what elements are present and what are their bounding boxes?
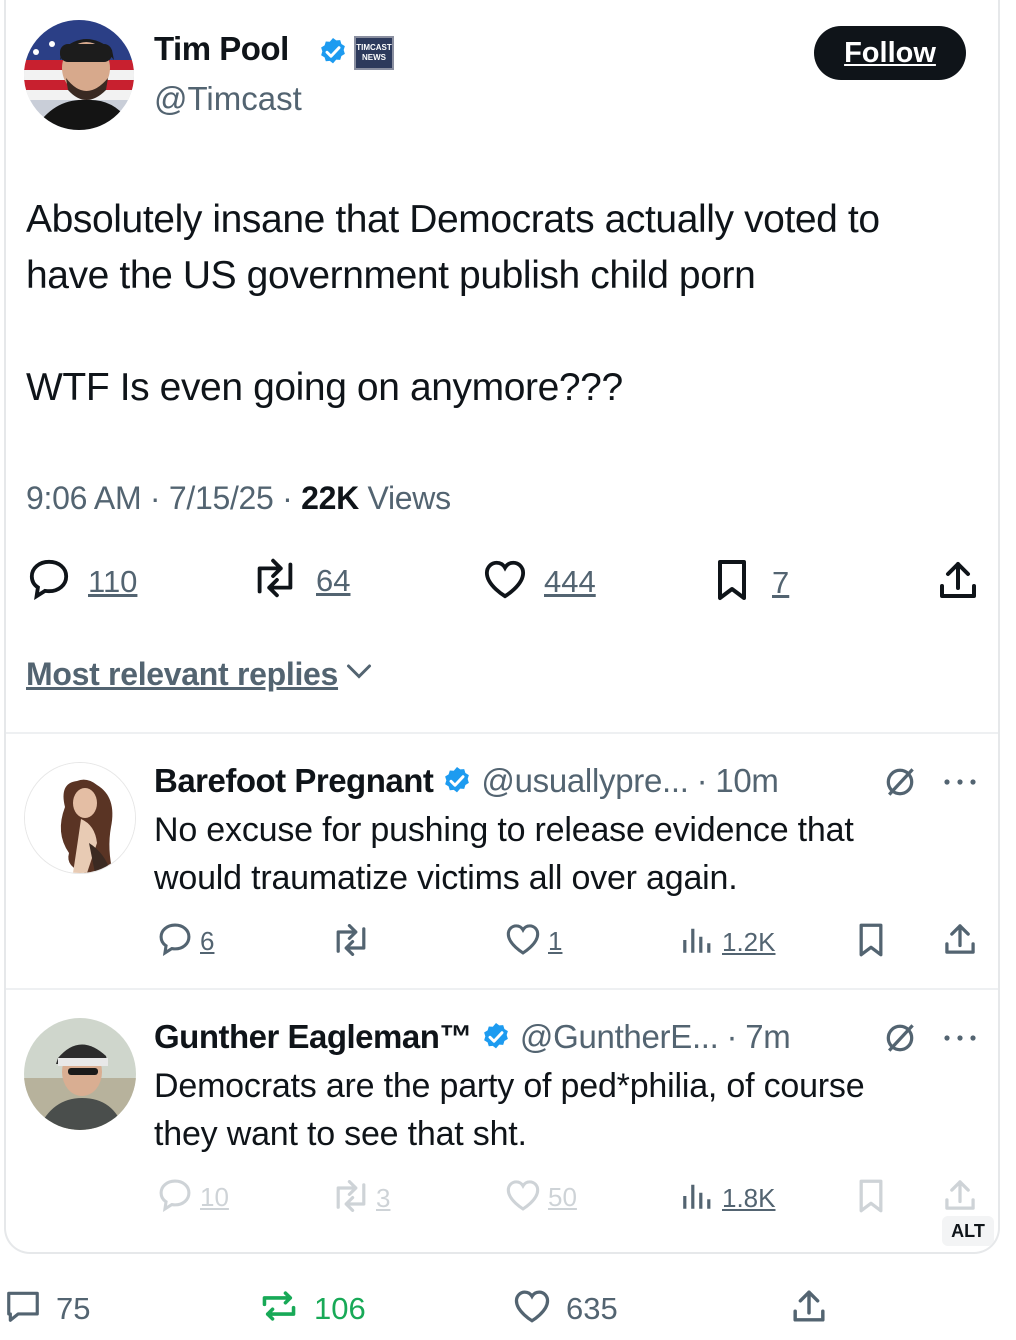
- views-count: 1.2K: [722, 927, 776, 957]
- like-count: 1: [548, 926, 563, 956]
- share-button[interactable]: [942, 920, 978, 963]
- repost-count: 64: [316, 562, 351, 598]
- views-icon: [680, 924, 712, 961]
- share-icon: [790, 1290, 828, 1330]
- like-action[interactable]: 444: [482, 558, 596, 605]
- repost-icon: [330, 1180, 372, 1217]
- repost-icon: [250, 558, 300, 603]
- reply-count: 6: [200, 926, 215, 956]
- repost-icon: [258, 1288, 300, 1329]
- tweet-date[interactable]: 7/15/25: [169, 480, 274, 516]
- reply-count: 10: [200, 1182, 229, 1212]
- quoted-post-screenshot[interactable]: Tim Pool TIMCAST NEWS @Timcast Follow Ab…: [4, 0, 1000, 1254]
- bookmark-icon: [712, 558, 752, 607]
- views-count: 22K: [301, 480, 359, 516]
- reply-icon: [26, 558, 72, 605]
- reply-handle[interactable]: @GuntherE...: [520, 1018, 719, 1056]
- tweet-time[interactable]: 9:06 AM: [26, 480, 142, 516]
- bookmark-action[interactable]: 7: [712, 558, 789, 607]
- reply-action[interactable]: 10: [156, 1178, 229, 1217]
- bookmark-icon: [854, 923, 888, 962]
- repost-icon: [330, 924, 372, 960]
- more-icon[interactable]: [942, 774, 978, 792]
- like-action[interactable]: 50: [504, 1178, 577, 1217]
- outer-reply-count: 75: [56, 1290, 91, 1326]
- reply-action[interactable]: 6: [156, 922, 214, 961]
- author-avatar[interactable]: [24, 20, 134, 130]
- badge-label: TIMCAST NEWS: [356, 43, 392, 62]
- bookmark-button[interactable]: [854, 1178, 888, 1219]
- views-action[interactable]: 1.2K: [680, 924, 776, 961]
- repost-action[interactable]: [330, 924, 372, 961]
- reply-icon: [156, 1178, 194, 1217]
- reply-avatar[interactable]: [24, 762, 136, 874]
- replies-sort-dropdown[interactable]: Most relevant replies: [26, 656, 374, 693]
- tweet-text-line-3: WTF Is even going on anymore???: [26, 366, 623, 409]
- repost-action[interactable]: 3: [330, 1180, 390, 1217]
- reply-avatar[interactable]: [24, 1018, 136, 1130]
- like-count: 444: [544, 563, 596, 599]
- tweet-text-line-1: Absolutely insane that Democrats actuall…: [26, 198, 880, 241]
- like-icon: [504, 922, 542, 961]
- reply-text: Democrats are the party of ped*philia, o…: [154, 1062, 984, 1158]
- verified-badge-icon: [317, 36, 349, 68]
- reply-item[interactable]: Barefoot Pregnant @usuallypre... · 10m N…: [6, 734, 998, 988]
- reply-icon: [4, 1288, 42, 1329]
- reply-time[interactable]: 7m: [745, 1018, 791, 1056]
- grok-icon[interactable]: [882, 764, 918, 805]
- like-count: 50: [548, 1182, 577, 1212]
- grok-icon[interactable]: [882, 1020, 918, 1061]
- outer-like-count: 635: [566, 1290, 618, 1326]
- bookmark-button[interactable]: [854, 922, 888, 963]
- views-icon: [680, 1180, 712, 1217]
- reply-text-line-2: they want to see that sht.: [154, 1115, 527, 1153]
- share-button[interactable]: [936, 558, 980, 607]
- like-icon: [512, 1288, 552, 1329]
- share-icon: [942, 924, 978, 962]
- replies-sort-label: Most relevant replies: [26, 656, 339, 692]
- like-action[interactable]: 1: [504, 922, 562, 961]
- reply-text-line-1: No excuse for pushing to release evidenc…: [154, 811, 854, 849]
- tweet-text: Absolutely insane that Democrats actuall…: [26, 192, 996, 416]
- tweet-meta: 9:06 AM · 7/15/25 · 22K Views: [26, 480, 451, 516]
- chevron-down-icon: [344, 661, 374, 688]
- alt-text-badge[interactable]: ALT: [942, 1216, 994, 1246]
- repost-action[interactable]: 64: [250, 558, 350, 603]
- author-name[interactable]: Tim Pool: [154, 30, 289, 68]
- reply-text: No excuse for pushing to release evidenc…: [154, 806, 984, 902]
- outer-reply-action[interactable]: 75: [4, 1288, 90, 1329]
- reply-item[interactable]: Gunther Eagleman™ @GuntherE... · 7m Demo…: [6, 990, 998, 1252]
- reply-author-name[interactable]: Gunther Eagleman™: [154, 1018, 472, 1056]
- share-icon: [936, 558, 980, 607]
- verified-badge-icon: [441, 765, 473, 797]
- reply-handle[interactable]: @usuallypre...: [481, 762, 689, 800]
- repost-count: 3: [376, 1183, 391, 1213]
- like-icon: [504, 1178, 542, 1217]
- reply-author-name[interactable]: Barefoot Pregnant: [154, 762, 434, 800]
- views-label: Views: [367, 480, 451, 516]
- views-count: 1.8K: [722, 1183, 776, 1213]
- like-icon: [482, 558, 528, 605]
- bookmark-count: 7: [772, 564, 790, 600]
- reply-text-line-2: would traumatize victims all over again.: [154, 859, 738, 897]
- outer-repost-count: 106: [314, 1290, 366, 1326]
- more-icon[interactable]: [942, 1030, 978, 1048]
- tweet-text-line-2: have the US government publish child por…: [26, 254, 756, 297]
- reply-icon: [156, 922, 194, 961]
- author-handle[interactable]: @Timcast: [154, 80, 302, 118]
- share-button[interactable]: [942, 1176, 978, 1219]
- views-action[interactable]: 1.8K: [680, 1180, 776, 1217]
- outer-repost-action[interactable]: 106: [258, 1288, 366, 1329]
- reply-text-line-1: Democrats are the party of ped*philia, o…: [154, 1067, 865, 1105]
- reply-time[interactable]: 10m: [715, 762, 779, 800]
- verified-badge-icon: [480, 1021, 512, 1053]
- reply-count: 110: [88, 563, 138, 599]
- outer-share-button[interactable]: [790, 1286, 828, 1331]
- timcast-news-badge: TIMCAST NEWS: [354, 36, 394, 70]
- follow-button[interactable]: Follow: [814, 26, 966, 80]
- outer-like-action[interactable]: 635: [512, 1288, 618, 1329]
- reply-action[interactable]: 110: [26, 558, 137, 605]
- bookmark-icon: [854, 1179, 888, 1218]
